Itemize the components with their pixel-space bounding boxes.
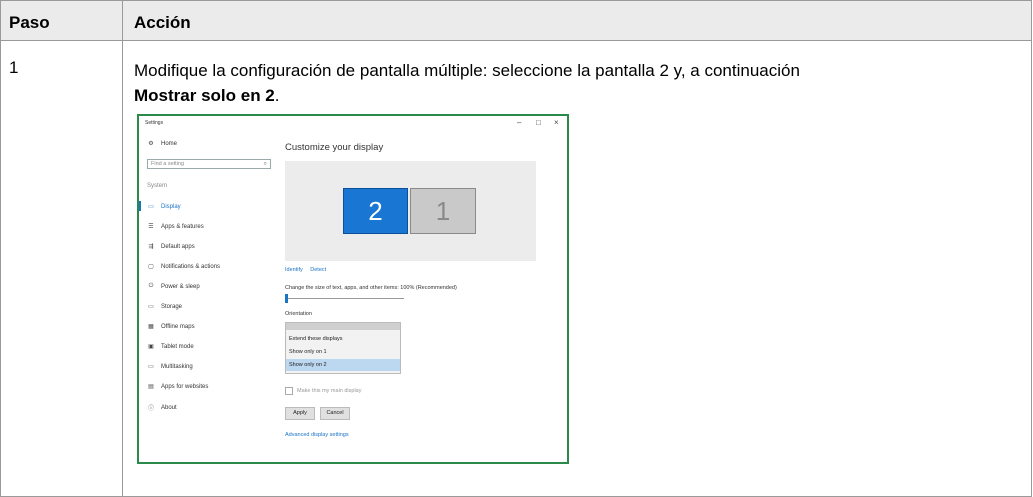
display-arrangement-preview: 2 1 xyxy=(285,161,536,261)
dropdown-option-show-2[interactable]: Show only on 2 xyxy=(286,359,400,371)
dropdown-option-extend[interactable]: Extend these displays xyxy=(286,333,400,345)
cancel-button[interactable]: Cancel xyxy=(320,407,350,420)
sidebar-item-label: Default apps xyxy=(161,243,195,250)
search-placeholder: Find a setting xyxy=(151,161,185,167)
sidebar-item-label: Storage xyxy=(161,303,183,310)
selected-indicator xyxy=(139,201,141,211)
apply-button[interactable]: Apply xyxy=(285,407,315,420)
scale-slider-track[interactable] xyxy=(288,298,404,299)
search-icon: ⌕ xyxy=(263,161,267,167)
scale-label: Change the size of text, apps, and other… xyxy=(285,285,457,291)
sidebar-item-about[interactable]: ⓘ About xyxy=(147,403,177,413)
default-apps-icon: ⇶ xyxy=(148,244,154,250)
sidebar-item-apps-features[interactable]: ☰ Apps & features xyxy=(147,223,204,231)
sidebar-item-apps-websites[interactable]: ▤ Apps for websites xyxy=(147,383,209,391)
storage-icon: ▭ xyxy=(148,304,154,310)
sidebar-item-label: Notifications & actions xyxy=(161,263,221,270)
display-links: Identify Detect xyxy=(285,267,332,273)
table-border-right xyxy=(1031,0,1032,497)
dropdown-collapsed-field xyxy=(286,323,400,330)
table-header-row: Paso Acción xyxy=(0,0,1031,41)
power-icon: ⏻ xyxy=(148,283,154,289)
monitor-1[interactable]: 1 xyxy=(410,188,476,234)
monitor-2[interactable]: 2 xyxy=(343,188,408,234)
sidebar-item-storage[interactable]: ▭ Storage xyxy=(147,303,183,311)
notification-icon: ▢ xyxy=(148,264,154,270)
dropdown-option-show-1[interactable]: Show only on 1 xyxy=(286,346,400,358)
sidebar-section-system: System xyxy=(147,183,167,189)
sidebar-item-offline-maps[interactable]: ▦ Offline maps xyxy=(147,323,195,331)
step-instruction: Modifique la configuración de pantalla m… xyxy=(134,58,1014,108)
minimize-icon[interactable]: – xyxy=(517,118,521,127)
instruction-text: Modifique la configuración de pantalla m… xyxy=(134,61,800,80)
checkbox-box[interactable] xyxy=(285,387,293,395)
monitor-icon: ▭ xyxy=(148,204,154,210)
column-divider xyxy=(122,0,123,497)
sidebar-item-label: Tablet mode xyxy=(161,343,194,350)
instruction-bold: Mostrar solo en 2 xyxy=(134,86,275,105)
list-icon: ☰ xyxy=(148,224,154,230)
header-paso: Paso xyxy=(9,13,50,32)
window-title: Settings xyxy=(145,120,164,126)
sidebar-item-power-sleep[interactable]: ⏻ Power & sleep xyxy=(147,283,200,290)
main-display-checkbox[interactable]: Make this my main display xyxy=(285,387,362,395)
instruction-end: . xyxy=(274,86,280,105)
multiple-displays-dropdown[interactable]: Extend these displays Show only on 1 Sho… xyxy=(285,322,401,374)
checkbox-label: Make this my main display xyxy=(297,388,362,394)
close-icon[interactable]: × xyxy=(554,118,559,127)
search-input[interactable]: Find a setting ⌕ xyxy=(147,159,271,169)
sidebar-item-tablet-mode[interactable]: ▣ Tablet mode xyxy=(147,343,194,351)
sidebar-section-label: System xyxy=(147,183,168,189)
sidebar-item-multitasking[interactable]: ▭ Multitasking xyxy=(147,363,193,371)
sidebar-item-label: Apps for websites xyxy=(161,383,209,390)
sidebar-item-label: Offline maps xyxy=(161,323,195,330)
sidebar-item-notifications[interactable]: ▢ Notifications & actions xyxy=(147,263,221,271)
sidebar-item-label: About xyxy=(161,404,177,411)
table-border-left xyxy=(0,0,1,497)
tablet-icon: ▣ xyxy=(148,344,154,350)
sidebar-item-label: Multitasking xyxy=(161,363,193,370)
scale-slider-thumb[interactable] xyxy=(285,294,288,303)
advanced-display-settings-link[interactable]: Advanced display settings xyxy=(285,432,349,438)
info-icon: ⓘ xyxy=(147,406,154,412)
sidebar-item-display[interactable]: ▭ Display xyxy=(147,203,181,211)
sidebar-item-label: Apps & features xyxy=(161,223,204,230)
step-number: 1 xyxy=(9,58,19,77)
web-apps-icon: ▤ xyxy=(148,384,154,390)
settings-window-screenshot: Settings – □ × ⚙ Home Find a setting ⌕ S… xyxy=(137,114,569,464)
map-icon: ▦ xyxy=(148,324,154,330)
gear-icon: ⚙ xyxy=(148,141,154,147)
maximize-icon[interactable]: □ xyxy=(536,118,541,127)
identify-link[interactable]: Identify xyxy=(285,267,303,273)
sidebar-item-label: Display xyxy=(161,203,181,210)
sidebar-item-default-apps[interactable]: ⇶ Default apps xyxy=(147,243,195,251)
detect-link[interactable]: Detect xyxy=(310,267,326,273)
header-accion: Acción xyxy=(134,13,191,32)
orientation-label: Orientation xyxy=(285,311,312,317)
sidebar-home-label: Home xyxy=(161,140,178,147)
sidebar-home[interactable]: ⚙ Home xyxy=(147,140,178,148)
page-title: Customize your display xyxy=(285,142,384,153)
sidebar-item-label: Power & sleep xyxy=(161,283,200,290)
multitasking-icon: ▭ xyxy=(148,364,154,370)
